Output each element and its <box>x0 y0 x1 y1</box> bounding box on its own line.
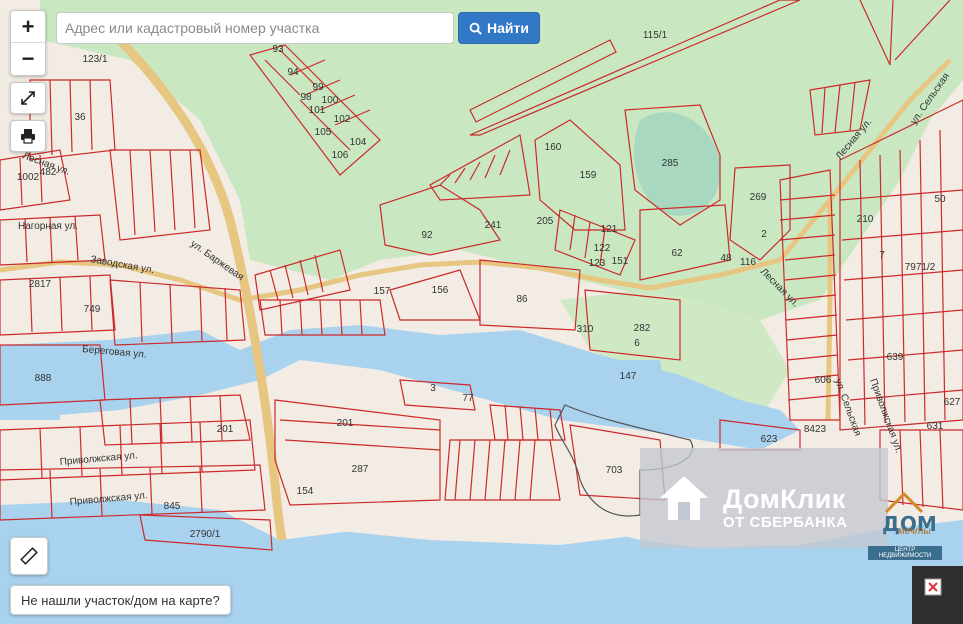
expand-icon <box>21 91 35 105</box>
parcel-label: 749 <box>84 304 101 315</box>
partner-logo: ДОМ мечты ЦЕНТР НЕДВИЖИМОСТИ <box>868 490 942 560</box>
parcel-label: 160 <box>545 142 562 153</box>
parcel-label: 888 <box>35 373 52 384</box>
parcel-label: 92 <box>421 230 433 241</box>
find-button-label: Найти <box>487 20 529 36</box>
parcel-label: 121 <box>601 224 618 235</box>
parcel-label: 36 <box>74 112 86 123</box>
parcel-label: 94 <box>287 67 299 78</box>
parcel-label: 104 <box>350 137 367 148</box>
parcel-label: 77 <box>462 393 474 404</box>
parcel-label: 639 <box>887 352 904 363</box>
parcel-label: 116 <box>740 257 756 268</box>
ruler-icon <box>20 547 38 565</box>
parcel-label: 102 <box>334 114 351 125</box>
parcel-label: 269 <box>750 192 767 203</box>
parcel-label: 106 <box>332 150 349 161</box>
parcel-label: 6 <box>634 338 640 349</box>
parcel-label: 151 <box>612 256 629 267</box>
zoom-out-button[interactable]: − <box>11 42 45 74</box>
parcel-label: 123 <box>589 258 606 269</box>
corner-panel[interactable] <box>912 566 963 624</box>
parcel-label: 2 <box>761 229 767 240</box>
find-button[interactable]: Найти <box>458 12 540 44</box>
parcel-label: 93 <box>272 44 284 55</box>
not-found-help-button[interactable]: Не нашли участок/дом на карте? <box>10 585 231 615</box>
parcel-label: 241 <box>485 220 502 231</box>
parcel-label: 157 <box>374 286 391 297</box>
parcel-label: 86 <box>516 294 528 305</box>
parcel-label: 285 <box>662 158 679 169</box>
parcel-label: 201 <box>217 424 234 435</box>
fullscreen-button[interactable] <box>10 82 46 114</box>
parcel-label: 623 <box>761 434 778 445</box>
parcel-label: 8423 <box>804 424 827 435</box>
parcel-label: 123/1 <box>82 54 107 65</box>
parcel-label: 282 <box>634 323 651 334</box>
parcel-label: 631 <box>927 421 944 432</box>
parcel-label: 48 <box>720 253 732 264</box>
parcel-label: 122 <box>594 243 611 254</box>
parcel-label: 606 <box>815 375 832 386</box>
parcel-label: 210 <box>857 214 874 225</box>
parcel-label: 482 <box>40 167 57 178</box>
parcel-label: 154 <box>297 486 314 497</box>
parcel-label: 159 <box>580 170 597 181</box>
parcel-label: 147 <box>620 371 637 382</box>
print-button[interactable] <box>10 120 46 152</box>
zoom-control: + − <box>10 10 46 76</box>
parcel-label: 62 <box>671 248 683 259</box>
parcel-label: 3 <box>430 383 436 394</box>
parcel-label: 845 <box>164 501 181 512</box>
broken-image-icon <box>924 578 942 596</box>
search-icon <box>469 22 482 35</box>
street-label: Нагорная ул. <box>18 221 78 232</box>
parcel-label: 2790/1 <box>190 529 221 540</box>
roof-icon <box>884 491 924 514</box>
zoom-in-button[interactable]: + <box>11 11 45 42</box>
parcel-label: 50 <box>934 194 946 205</box>
parcel-label: 1002 <box>17 172 40 183</box>
parcel-label: 7 <box>879 250 885 261</box>
parcel-label: 115/1 <box>643 30 668 41</box>
search-input[interactable] <box>56 12 454 44</box>
parcel-label: 156 <box>432 285 449 296</box>
house-logo-icon <box>660 476 708 520</box>
parcel-label: 287 <box>352 464 369 475</box>
parcel-label: 205 <box>537 216 554 227</box>
parcel-label: 201 <box>337 418 354 429</box>
parcel-label: 98 <box>300 92 312 103</box>
parcel-label: 703 <box>606 465 623 476</box>
parcel-label: 101 <box>309 105 326 116</box>
parcel-label: 627 <box>944 397 961 408</box>
partner-caption: ЦЕНТР НЕДВИЖИМОСТИ <box>868 546 942 560</box>
printer-icon <box>21 129 35 144</box>
parcel-label: 310 <box>577 324 594 335</box>
partner-tagline: мечты <box>898 526 931 537</box>
banner-title: ДомКлик <box>723 484 846 514</box>
domclick-watermark: ДомКлик ОТ СБЕРБАНКА <box>640 448 888 548</box>
parcel-label: 7971/2 <box>905 262 936 273</box>
parcel-label: 99 <box>312 82 324 93</box>
ruler-button[interactable] <box>10 537 48 575</box>
parcel-label: 105 <box>315 127 332 138</box>
parcel-label: 2817 <box>29 279 52 290</box>
banner-subtitle: ОТ СБЕРБАНКА <box>723 514 848 531</box>
